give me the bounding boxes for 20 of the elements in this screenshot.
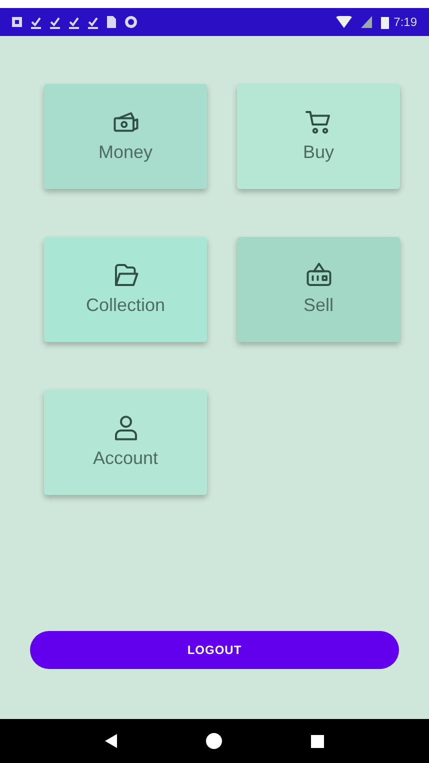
back-icon[interactable] bbox=[104, 734, 117, 748]
recents-icon[interactable] bbox=[311, 734, 324, 748]
signal-icon bbox=[360, 16, 372, 28]
check-icon bbox=[88, 16, 98, 28]
menu-tile[interactable]: Buy bbox=[237, 84, 400, 189]
battery-icon bbox=[380, 16, 389, 28]
check-icon bbox=[69, 16, 79, 28]
menu-tile[interactable]: Sell bbox=[237, 237, 400, 342]
menu-tile[interactable]: Money bbox=[44, 84, 207, 189]
menu-tile[interactable]: Collection bbox=[44, 237, 207, 342]
status-time: 7:19 bbox=[394, 14, 417, 31]
circle-icon bbox=[125, 16, 137, 28]
check-icon bbox=[50, 16, 60, 28]
menu-tile[interactable]: Account bbox=[44, 390, 207, 495]
wifi-icon bbox=[336, 16, 352, 28]
logout-button[interactable]: LOGOUT bbox=[30, 631, 399, 669]
check-icon bbox=[31, 16, 41, 28]
square-icon bbox=[12, 17, 22, 27]
home-icon[interactable] bbox=[206, 733, 222, 749]
sd-card-icon bbox=[107, 16, 116, 28]
